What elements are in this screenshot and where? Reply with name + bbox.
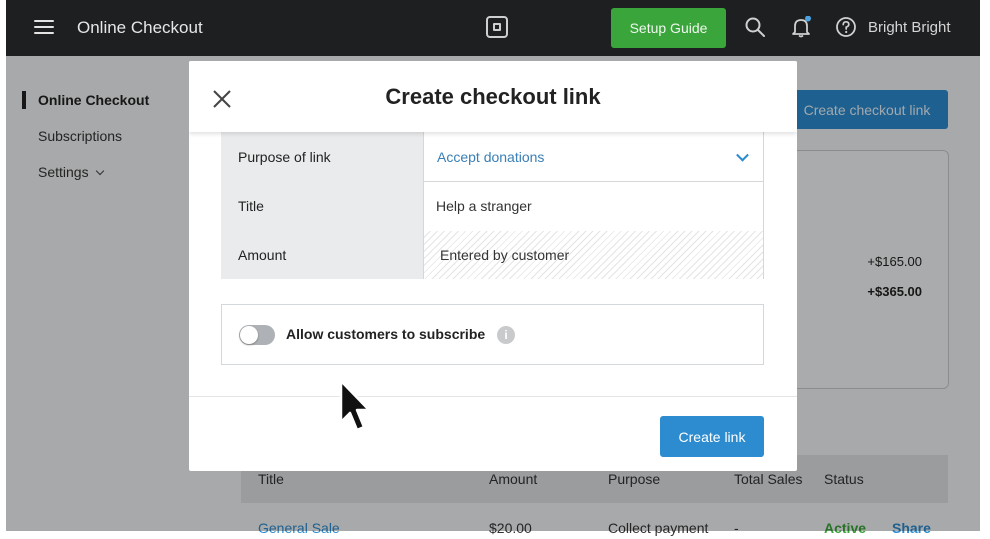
title-label: Title <box>238 198 264 214</box>
dialog-title: Create checkout link <box>385 84 601 109</box>
purpose-row: Purpose of link Accept donations <box>221 132 764 182</box>
title-label-cell: Title <box>221 181 424 231</box>
create-checkout-link-dialog: Create checkout link Purpose of link Acc… <box>189 61 797 471</box>
amount-label-cell: Amount <box>221 231 424 279</box>
mouse-pointer-icon <box>339 379 371 432</box>
purpose-select[interactable]: Accept donations <box>424 132 764 181</box>
purpose-selected-value: Accept donations <box>437 148 545 165</box>
subscribe-option: Allow customers to subscribe i <box>221 304 764 365</box>
chevron-down-icon <box>736 148 749 162</box>
title-row: Title Help a stranger <box>221 181 764 232</box>
amount-label: Amount <box>238 247 287 263</box>
subscribe-label: Allow customers to subscribe <box>286 326 486 342</box>
purpose-label: Purpose of link <box>238 148 331 165</box>
hamburger-icon[interactable] <box>34 20 54 34</box>
question-icon[interactable] <box>835 16 857 38</box>
create-link-button[interactable]: Create link <box>660 416 764 457</box>
purpose-label-cell: Purpose of link <box>221 132 424 181</box>
bell-icon[interactable] <box>790 16 812 38</box>
search-icon[interactable] <box>744 16 766 38</box>
dialog-header: Create checkout link <box>189 61 797 132</box>
title-input-value: Help a stranger <box>436 198 532 214</box>
dialog-footer: Create link <box>189 396 797 471</box>
amount-field-value: Entered by customer <box>440 247 570 263</box>
square-logo-icon[interactable] <box>486 16 508 38</box>
top-bar: Online Checkout Setup Guide Bright Brigh… <box>6 0 980 56</box>
user-name[interactable]: Bright Bright <box>868 19 951 36</box>
app-title: Online Checkout <box>77 18 203 37</box>
amount-field-disabled: Entered by customer <box>424 231 764 279</box>
setup-guide-button[interactable]: Setup Guide <box>611 8 726 48</box>
subscribe-toggle[interactable] <box>239 325 275 345</box>
info-icon[interactable]: i <box>497 326 515 344</box>
title-input[interactable]: Help a stranger <box>424 181 764 231</box>
amount-row: Amount Entered by customer <box>221 231 764 279</box>
